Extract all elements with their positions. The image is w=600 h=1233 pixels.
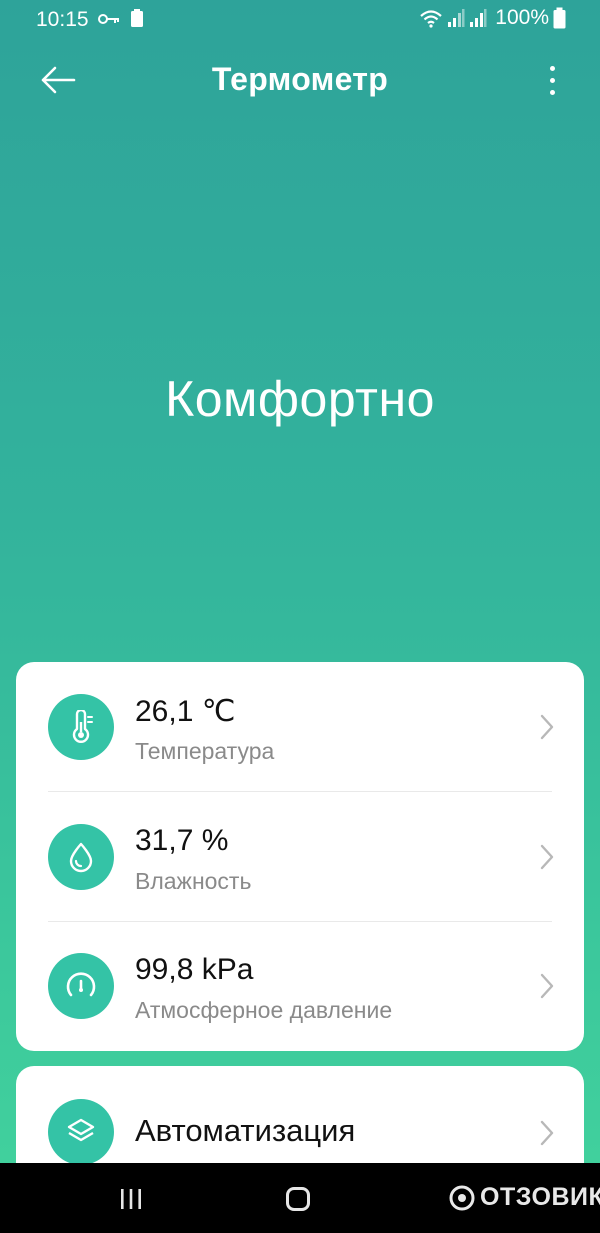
automation-card[interactable]: Автоматизация	[16, 1066, 584, 1163]
status-bar: 10:15 100%	[0, 0, 600, 40]
layers-icon	[48, 1099, 114, 1163]
home-button[interactable]	[286, 1187, 310, 1211]
app-screen: 10:15 100% Термометр Комфортно 26,1 ℃ Те…	[0, 0, 600, 1163]
comfort-status: Комфортно	[165, 371, 435, 427]
thermometer-icon	[48, 694, 114, 760]
watermark-text: ОТЗОВИК	[480, 1183, 600, 1211]
more-vertical-icon	[549, 65, 555, 71]
battery-percent: 100%	[495, 6, 549, 29]
toolbar: Термометр	[0, 48, 600, 112]
page-title: Термометр	[211, 61, 389, 97]
wifi-icon	[420, 10, 443, 28]
pressure-row[interactable]: 99,8 kPa Атмосферное давление	[16, 921, 584, 1051]
status-time: 10:15	[36, 8, 89, 31]
key-icon	[98, 14, 119, 24]
water-drop-icon	[48, 824, 114, 890]
signal-icon	[448, 9, 465, 27]
sensor-card: 26,1 ℃ Температура 31,7 % Влажность 99,8…	[16, 662, 584, 1051]
pressure-label: Атмосферное давление	[135, 997, 393, 1023]
recent-apps-icon[interactable]	[120, 1189, 142, 1209]
gauge-icon	[48, 953, 114, 1019]
watermark: ОТЗОВИК	[448, 1183, 600, 1212]
temperature-row[interactable]: 26,1 ℃ Температура	[16, 662, 584, 792]
automation-row[interactable]: Автоматизация	[16, 1066, 584, 1163]
pressure-value: 99,8 kPa	[135, 953, 254, 986]
automation-label: Автоматизация	[135, 1113, 356, 1148]
humidity-row[interactable]: 31,7 % Влажность	[16, 792, 584, 922]
otzovik-logo-icon	[449, 1185, 475, 1210]
chevron-right-icon	[540, 844, 554, 870]
temperature-label: Температура	[135, 738, 275, 764]
signal-icon	[470, 9, 487, 27]
humidity-label: Влажность	[135, 868, 252, 894]
humidity-value: 31,7 %	[135, 824, 229, 857]
chevron-right-icon	[540, 714, 554, 740]
chevron-right-icon	[540, 1120, 554, 1146]
chevron-right-icon	[540, 973, 554, 999]
battery-icon	[553, 7, 566, 29]
temperature-value: 26,1 ℃	[135, 695, 236, 728]
battery-saver-icon	[131, 9, 143, 27]
more-options-button[interactable]	[538, 62, 566, 98]
navigation-bar: ОТЗОВИК	[0, 1163, 600, 1233]
